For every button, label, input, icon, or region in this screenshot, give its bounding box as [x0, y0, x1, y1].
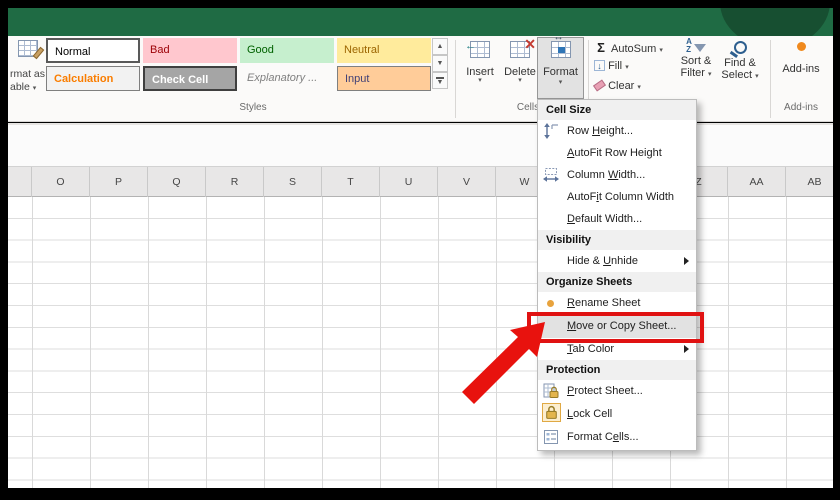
add-ins-button[interactable]: Add-ins: [776, 38, 826, 75]
style-normal[interactable]: Normal: [46, 38, 140, 63]
fill-button[interactable]: ↓ Fill ▾: [594, 60, 629, 75]
column-header-AA[interactable]: AA: [728, 167, 786, 197]
menu-header-protection: Protection: [538, 360, 696, 380]
format-as-table-icon: [18, 40, 38, 57]
column-header-S[interactable]: S: [264, 167, 322, 197]
menu-item-hide-unhide[interactable]: Hide & Unhide: [538, 250, 696, 272]
search-icon: [734, 41, 747, 54]
column-headers: OPQRSTUVWXYZAAAB: [8, 166, 833, 197]
style-input[interactable]: Input: [337, 66, 431, 91]
style-bad[interactable]: Bad: [143, 38, 237, 63]
submenu-arrow-icon: [684, 257, 689, 265]
format-cells-dialog-icon: [543, 429, 559, 445]
menu-item-autofit-row-height[interactable]: AutoFit Row Height: [538, 142, 696, 164]
protect-sheet-icon: [543, 383, 559, 399]
chevron-down-icon: ▾: [755, 73, 759, 80]
column-width-icon: [543, 167, 559, 183]
row-height-icon: [543, 123, 559, 139]
column-header-T[interactable]: T: [322, 167, 380, 197]
excel-window: rmat as able ▾ Normal Bad Good Neutral C…: [0, 0, 840, 500]
menu-header-visibility: Visibility: [538, 230, 696, 250]
titlebar-decoration: [720, 8, 830, 36]
gallery-scroll-down-button[interactable]: ▼: [432, 55, 448, 72]
sigma-icon: Σ: [594, 40, 608, 55]
rename-sheet-icon: [547, 300, 554, 307]
ribbon: rmat as able ▾ Normal Bad Good Neutral C…: [8, 36, 833, 122]
insert-button[interactable]: ← Insert ▾: [461, 38, 499, 98]
column-header-U[interactable]: U: [380, 167, 438, 197]
spreadsheet-grid[interactable]: [8, 197, 833, 488]
annotation-highlight-box: [527, 312, 704, 343]
column-header-R[interactable]: R: [206, 167, 264, 197]
find-select-button[interactable]: Find & Select ▾: [718, 38, 762, 81]
column-header-P[interactable]: P: [90, 167, 148, 197]
menu-header-organize-sheets: Organize Sheets: [538, 272, 696, 292]
menu-item-autofit-column-width[interactable]: AutoFit Column Width: [538, 186, 696, 208]
column-header-Q[interactable]: Q: [148, 167, 206, 197]
chevron-down-icon: ▾: [538, 78, 583, 86]
menu-item-rename-sheet[interactable]: Rename Sheet: [538, 292, 696, 314]
style-check-cell[interactable]: Check Cell: [143, 66, 237, 91]
styles-gallery-scrollbar: ▲ ▼ ▼: [432, 38, 448, 89]
group-separator: [455, 40, 456, 118]
format-dropdown-menu: Cell Size Row Height... AutoFit Row Heig…: [537, 99, 697, 451]
menu-item-lock-cell[interactable]: Lock Cell: [538, 402, 696, 426]
delete-cells-icon: ✕: [510, 41, 530, 58]
chevron-down-icon: ▾: [625, 64, 629, 71]
column-header-partial[interactable]: [8, 167, 32, 197]
style-explanatory[interactable]: Explanatory ...: [240, 66, 334, 91]
title-bar: [8, 8, 833, 36]
format-cells-size-icon: ↔: [551, 41, 571, 58]
menu-item-format-cells[interactable]: Format Cells...: [538, 426, 696, 448]
format-as-table-button[interactable]: rmat as able ▾: [10, 38, 50, 98]
chevron-down-icon: ▾: [501, 78, 539, 84]
lock-cell-icon: [542, 403, 561, 422]
sort-az-icon: AZ: [686, 38, 692, 54]
insert-cells-icon: ←: [470, 41, 490, 58]
menu-item-protect-sheet[interactable]: Protect Sheet...: [538, 380, 696, 402]
style-calculation[interactable]: Calculation: [46, 66, 140, 91]
filter-funnel-icon: [694, 44, 706, 52]
menu-header-cell-size: Cell Size: [538, 100, 696, 120]
style-neutral[interactable]: Neutral: [337, 38, 431, 63]
clear-button[interactable]: Clear ▾: [594, 80, 641, 95]
formula-bar-area: [8, 123, 833, 166]
chevron-down-icon: ▾: [461, 78, 499, 84]
chevron-down-icon: ▾: [637, 84, 641, 91]
menu-item-row-height[interactable]: Row Height...: [538, 120, 696, 142]
styles-group-label: Styles: [208, 102, 298, 113]
chevron-down-icon: ▾: [33, 85, 37, 92]
add-ins-icon: [797, 42, 806, 51]
column-header-O[interactable]: O: [32, 167, 90, 197]
chevron-down-icon: ▾: [659, 47, 663, 54]
menu-item-column-width[interactable]: Column Width...: [538, 164, 696, 186]
delete-button[interactable]: ✕ Delete ▾: [501, 38, 539, 98]
chevron-down-icon: ▾: [708, 71, 712, 78]
gallery-more-button[interactable]: ▼: [432, 72, 448, 89]
eraser-icon: [593, 79, 606, 91]
column-header-AB[interactable]: AB: [786, 167, 840, 197]
column-header-V[interactable]: V: [438, 167, 496, 197]
submenu-arrow-icon: [684, 345, 689, 353]
add-ins-group-label: Add-ins: [756, 102, 840, 113]
format-button[interactable]: ↔ Format ▾: [537, 37, 584, 99]
format-as-table-label-2: able: [10, 81, 30, 93]
autosum-button[interactable]: ΣAutoSum ▾: [594, 40, 663, 55]
style-good[interactable]: Good: [240, 38, 334, 63]
fill-down-icon: ↓: [594, 60, 605, 71]
sort-filter-button[interactable]: AZ Sort & Filter ▾: [674, 38, 718, 79]
menu-item-default-width[interactable]: Default Width...: [538, 208, 696, 230]
format-as-table-label-1: rmat as: [10, 68, 45, 80]
gallery-scroll-up-button[interactable]: ▲: [432, 38, 448, 55]
